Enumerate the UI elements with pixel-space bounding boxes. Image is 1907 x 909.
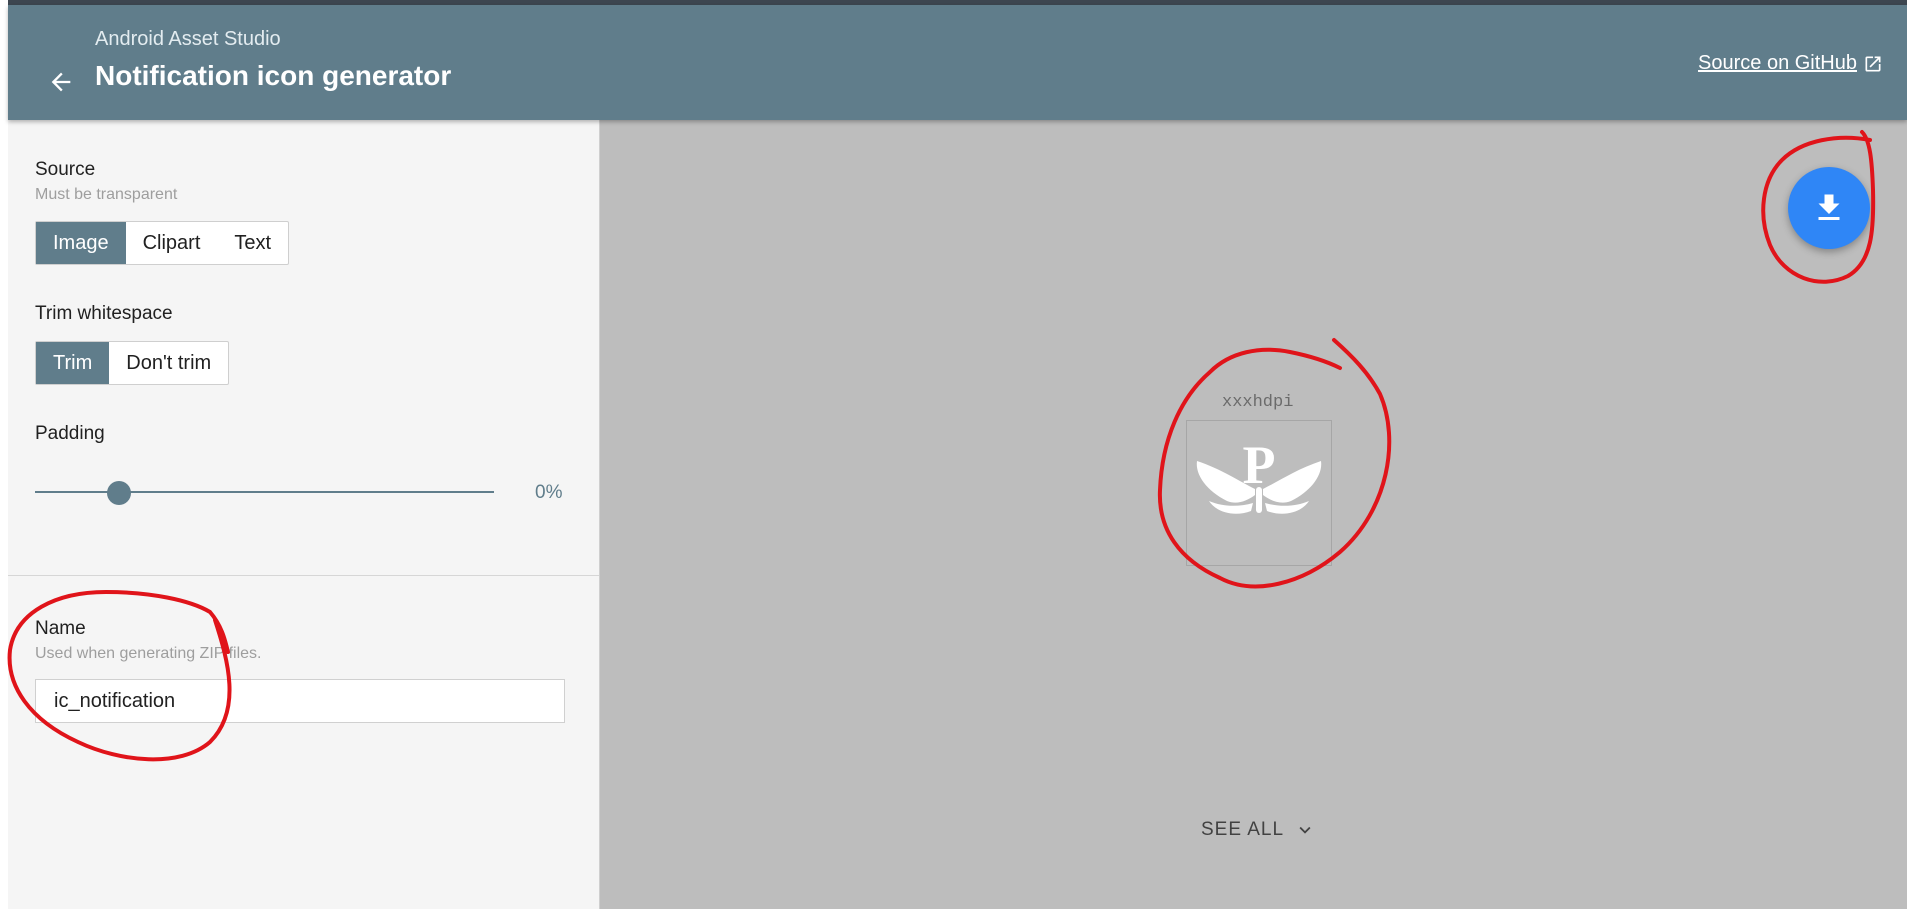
- padding-slider-track: [35, 491, 494, 493]
- source-option-text[interactable]: Text: [217, 222, 288, 264]
- download-icon: [1818, 194, 1840, 220]
- source-help-text: Must be transparent: [35, 186, 178, 203]
- source-label: Source: [35, 159, 96, 180]
- trim-whitespace-label: Trim whitespace: [35, 303, 173, 324]
- name-label: Name: [35, 618, 86, 639]
- external-link-icon: [1865, 56, 1881, 71]
- arrow-left-icon: [51, 72, 71, 92]
- trim-option-dont-trim[interactable]: Don't trim: [109, 342, 228, 384]
- preview-area: xxxhdpi P SEE ALL: [600, 120, 1907, 909]
- source-option-clipart[interactable]: Clipart: [126, 222, 218, 264]
- back-button[interactable]: [34, 60, 88, 104]
- trim-option-trim[interactable]: Trim: [36, 342, 110, 384]
- trim-toggle-group: Trim Don't trim: [35, 341, 230, 385]
- section-divider: [8, 575, 599, 576]
- options-sidebar: Source Must be transparent Image Clipart…: [8, 120, 600, 909]
- name-help-text: Used when generating ZIP files.: [35, 645, 262, 662]
- app-bar: Android Asset Studio Notification icon g…: [8, 5, 1907, 120]
- padding-slider-thumb[interactable]: [107, 481, 131, 505]
- icon-preview: P: [1186, 420, 1332, 566]
- padding-value: 0%: [535, 482, 563, 503]
- github-link[interactable]: Source on GitHub: [1698, 52, 1883, 75]
- padding-label: Padding: [35, 423, 105, 444]
- padding-slider[interactable]: [35, 477, 494, 507]
- name-input[interactable]: [35, 679, 565, 723]
- winged-p-logo-icon: P: [1196, 435, 1322, 514]
- window-left-border: [0, 0, 8, 909]
- github-link-label: Source on GitHub: [1698, 52, 1857, 74]
- density-label: xxxhdpi: [1222, 393, 1294, 412]
- see-all-label: SEE ALL: [1201, 819, 1285, 840]
- chevron-down-icon: [1299, 826, 1311, 834]
- page-title: Notification icon generator: [95, 60, 452, 91]
- app-subtitle: Android Asset Studio: [95, 28, 281, 50]
- source-option-image[interactable]: Image: [36, 222, 126, 264]
- download-button[interactable]: [1788, 167, 1870, 249]
- source-toggle-group: Image Clipart Text: [35, 221, 290, 265]
- see-all-button[interactable]: SEE ALL: [1201, 819, 1316, 841]
